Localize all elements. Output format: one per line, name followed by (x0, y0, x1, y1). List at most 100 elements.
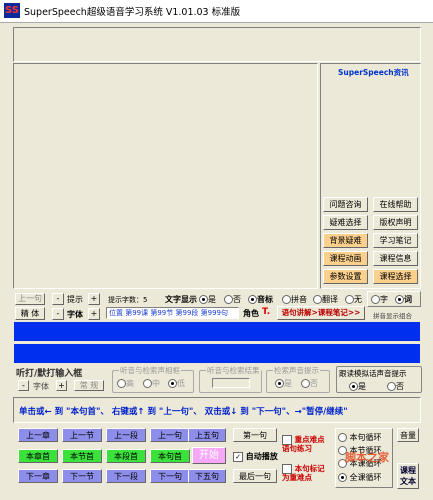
pinyin-label: 拼音 (291, 295, 307, 304)
font-minus-button[interactable]: - (52, 308, 64, 320)
window-title: SuperSpeech超级语音学习系统 V1.01.03 标准版 (24, 7, 241, 18)
focus-practice-toggle[interactable]: 重点难点 语句练习 (282, 435, 325, 453)
difficulty-select-button[interactable]: 疑难选择 (323, 215, 368, 230)
sentence-start-button[interactable]: 本句首 (150, 449, 190, 463)
match-low[interactable]: 低 (168, 378, 185, 389)
radio-none[interactable] (345, 295, 354, 304)
option-word[interactable]: 词 (395, 294, 412, 305)
radio-follow-yes[interactable] (349, 382, 358, 391)
prev-chapter-button[interactable]: 上一章 (18, 428, 58, 442)
watermark: 脚本之家 (345, 451, 389, 464)
type-font-plus[interactable]: + (56, 380, 67, 391)
radio-prompt-yes[interactable] (275, 379, 284, 388)
none-label: 无 (354, 295, 362, 304)
prev-section-button[interactable]: 上一节 (62, 428, 102, 442)
radio-translate[interactable] (313, 295, 322, 304)
online-help-button[interactable]: 在线帮助 (373, 197, 418, 212)
match-middle[interactable]: 中 (143, 378, 160, 389)
lesson-text-button[interactable]: 课程 文本 (397, 463, 419, 489)
radio-char[interactable] (371, 295, 380, 304)
char-word-group: 字 词 (367, 291, 421, 307)
parameter-settings-button[interactable]: 参数设置 (323, 269, 368, 284)
middle-label: 中 (152, 379, 160, 388)
auto-play-checkbox[interactable]: ✓ (233, 451, 243, 462)
option-none[interactable]: 无 (345, 294, 362, 305)
lesson-animation-button[interactable]: 课程动画 (323, 251, 368, 266)
follow-no-label: 否 (396, 382, 404, 391)
type-normal-button[interactable]: 常 规 (74, 380, 104, 391)
first-sentence-button[interactable]: 第一句 (233, 428, 277, 442)
next-five-button[interactable]: 下五句 (188, 469, 226, 483)
next-section-button[interactable]: 下一节 (62, 469, 102, 483)
chapter-start-button[interactable]: 本章首 (18, 449, 58, 463)
question-consult-button[interactable]: 问题咨询 (323, 197, 368, 212)
prev-five-button[interactable]: 上五句 (188, 428, 226, 442)
high-label: 高 (126, 379, 134, 388)
text-display-no[interactable]: 否 (224, 294, 241, 305)
loop-all[interactable]: 全课循环 (338, 472, 382, 483)
option-pinyin[interactable]: 拼音 (282, 294, 307, 305)
prompt-no[interactable]: 否 (301, 378, 318, 389)
font-plus-button[interactable]: + (88, 308, 100, 320)
radio-middle[interactable] (143, 379, 152, 388)
result-group: 听音与检索结果 (199, 365, 262, 393)
type-input-title: 听打/默打输入框 (16, 369, 83, 379)
lesson-select-button[interactable]: 课程选择 (373, 269, 418, 284)
app-logo-icon: SS (4, 3, 20, 18)
prev-sentence-button[interactable]: 上一句 (15, 293, 45, 305)
start-button[interactable]: 开始 (192, 447, 226, 464)
prompt-no-label: 否 (310, 379, 318, 388)
main-display (13, 63, 318, 289)
char-label: 字 (380, 295, 388, 304)
prompt-plus-button[interactable]: + (88, 293, 100, 305)
type-font-label: 字体 (33, 382, 49, 391)
text-display-yes[interactable]: 是 (199, 294, 216, 305)
auto-play-toggle[interactable]: ✓ 自动播放 (233, 451, 278, 462)
app-window: SS SuperSpeech超级语音学习系统 V1.01.03 标准版 Supe… (0, 0, 433, 500)
last-sentence-button[interactable]: 最后一句 (233, 469, 277, 483)
study-notes-button[interactable]: 学习笔记 (373, 233, 418, 248)
hint-bar: 单击或← 到 "本句首"、 右键或↑ 到 "上一句"、 双击或↓ 到 "下一句"… (13, 397, 421, 423)
option-char[interactable]: 字 (371, 294, 388, 305)
radio-pinyin[interactable] (282, 295, 291, 304)
loop-sentence[interactable]: 本句循环 (338, 432, 382, 443)
yes-label: 是 (208, 295, 216, 304)
explain-notes-button[interactable]: 语句讲解>课程笔记>> (277, 306, 365, 320)
title-bar: SS SuperSpeech超级语音学习系统 V1.01.03 标准版 (0, 0, 433, 23)
prev-sentence-nav-button[interactable]: 上一句 (150, 428, 190, 442)
next-paragraph-button[interactable]: 下一段 (106, 469, 146, 483)
next-sentence-nav-button[interactable]: 下一句 (150, 469, 190, 483)
accuracy-button[interactable]: 精 体 (15, 307, 45, 320)
volume-button[interactable]: 音量 (397, 428, 419, 442)
font-label: 字体 (67, 310, 83, 319)
copyright-button[interactable]: 版权声明 (373, 215, 418, 230)
paragraph-start-button[interactable]: 本段首 (106, 449, 146, 463)
radio-phonetic[interactable] (248, 295, 257, 304)
section-start-button[interactable]: 本节首 (62, 449, 102, 463)
follow-no[interactable]: 否 (387, 381, 404, 392)
role-icon[interactable]: T. (262, 307, 270, 317)
radio-high[interactable] (117, 379, 126, 388)
follow-yes[interactable]: 是 (349, 381, 366, 392)
match-high[interactable]: 高 (117, 378, 134, 389)
radio-prompt-no[interactable] (301, 379, 310, 388)
follow-group: 跟读模拟话声音提示 是 否 (336, 366, 422, 393)
option-phonetic[interactable]: 音标 (248, 294, 273, 305)
prompt-yes[interactable]: 是 (275, 378, 292, 389)
radio-low[interactable] (168, 379, 177, 388)
radio-word[interactable] (395, 295, 404, 304)
mark-practice-toggle[interactable]: 本句标记 为重难点 (282, 464, 325, 482)
next-chapter-button[interactable]: 下一章 (18, 469, 58, 483)
display-bar-1 (14, 322, 420, 341)
radio-no[interactable] (224, 295, 233, 304)
prev-paragraph-button[interactable]: 上一段 (106, 428, 146, 442)
radio-yes[interactable] (199, 295, 208, 304)
background-difficulty-button[interactable]: 背景疑难 (323, 233, 368, 248)
radio-loop-sentence[interactable] (338, 433, 347, 442)
prompt-minus-button[interactable]: - (52, 293, 64, 305)
radio-loop-all[interactable] (338, 473, 347, 482)
radio-follow-no[interactable] (387, 382, 396, 391)
option-translate[interactable]: 翻译 (313, 294, 338, 305)
type-font-minus[interactable]: - (18, 380, 29, 391)
lesson-info-button[interactable]: 课程信息 (373, 251, 418, 266)
